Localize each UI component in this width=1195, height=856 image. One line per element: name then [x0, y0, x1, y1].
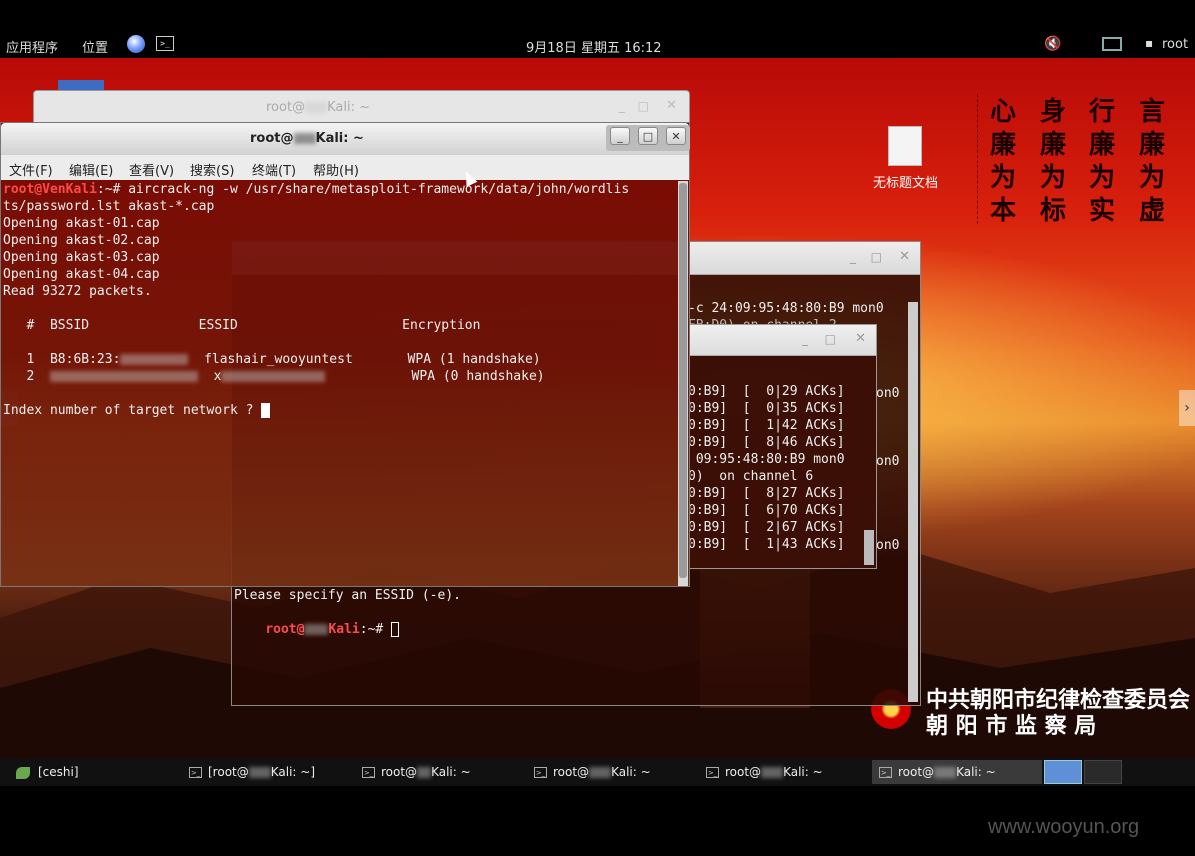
task-terminal-1[interactable]: >_ [root@ Kali: ~]	[189, 763, 315, 781]
small-minimize-icon[interactable]: _	[802, 332, 808, 346]
small-line-9: 0:B9] [ 2|67 ACKs]	[688, 520, 845, 535]
middle-top-line: -c 24:09:95:48:80:B9 mon0	[688, 301, 884, 316]
top-panel: 应用程序 位置 >_ 9月18日 星期五 16:12 🔇 ▪ root	[0, 30, 1195, 58]
menu-search[interactable]: 搜索(S)	[190, 160, 234, 179]
terminal-cursor	[261, 403, 271, 418]
small-line-3: 0:B9] [ 1|42 ACKs]	[688, 418, 845, 433]
network-icon[interactable]	[1102, 37, 1122, 51]
leaf-icon	[16, 766, 30, 779]
task-terminal-3[interactable]: >_ root@ Kali: ~	[534, 763, 651, 781]
read-packets-line: Read 93272 packets.	[3, 284, 152, 299]
menu-file[interactable]: 文件(F)	[9, 160, 53, 179]
document-icon[interactable]	[888, 126, 922, 166]
middle-mon-1: on0	[876, 386, 900, 401]
task-terminal-4[interactable]: >_ root@ Kali: ~	[706, 763, 823, 781]
back-maximize-icon[interactable]: □	[638, 99, 649, 113]
small-close-icon[interactable]: ✕	[855, 331, 866, 346]
back-window-title: root@ Kali: ~	[266, 100, 370, 115]
volume-muted-icon[interactable]: 🔇	[1044, 36, 1061, 52]
middle-close-icon[interactable]: ✕	[899, 249, 910, 264]
small-line-8: 0:B9] [ 6|70 ACKs]	[688, 503, 845, 518]
menu-help[interactable]: 帮助(H)	[313, 160, 359, 179]
opening-line-2: Opening akast-02.cap	[3, 233, 160, 248]
back-minimize-icon[interactable]: _	[619, 99, 625, 113]
task-ceshi[interactable]: [ceshi]	[16, 763, 79, 781]
small-line-1: 0:B9] [ 0|29 ACKs]	[688, 384, 845, 399]
org-line-2: 朝 阳 市 监 察 局	[926, 713, 1097, 739]
slogan-1: 心廉为本	[989, 97, 1016, 226]
middle-scrollbar[interactable]	[908, 302, 918, 702]
middle-maximize-icon[interactable]: □	[871, 250, 882, 264]
terminal-task-icon: >_	[189, 767, 202, 778]
main-scrollbar[interactable]	[678, 181, 688, 586]
chat-icon[interactable]: ▪	[1145, 36, 1153, 50]
index-prompt-line: Index number of target network ?	[3, 402, 271, 419]
task-terminal-5-active[interactable]: >_ root@ Kali: ~	[879, 763, 996, 781]
taskbar: [ceshi] >_ [root@ Kali: ~] >_ root@ Kali: ~ …	[0, 758, 1195, 786]
small-scrollbar[interactable]	[864, 530, 874, 565]
small-line-5: 09:95:48:80:B9 mon0	[688, 452, 845, 467]
menu-terminal[interactable]: 终端(T)	[252, 160, 296, 179]
slogan-2: 身廉为标	[1039, 97, 1066, 226]
task-terminal-2[interactable]: >_ root@ Kali: ~	[362, 763, 471, 781]
opening-line-3: Opening akast-03.cap	[3, 250, 160, 265]
terminal-output[interactable]: root@VenKali:~# aircrack-ng -w /usr/shar…	[1, 181, 677, 586]
minimize-button[interactable]: _	[610, 127, 630, 145]
opening-line-4: Opening akast-04.cap	[3, 267, 160, 282]
small-line-10: 0:B9] [ 1|43 ACKs]	[688, 537, 845, 552]
menu-edit[interactable]: 编辑(E)	[69, 160, 113, 179]
middle-prompt-line: root@ Kali:~#	[234, 604, 400, 655]
command-line: root@VenKali:~# aircrack-ng -w /usr/shar…	[3, 182, 630, 197]
close-button[interactable]: ✕	[666, 127, 686, 145]
workspace-1[interactable]	[1044, 760, 1082, 784]
back-close-icon[interactable]: ✕	[666, 98, 677, 113]
middle-mon-2: on0	[876, 454, 900, 469]
main-scrollbar-thumb[interactable]	[679, 183, 687, 578]
document-icon-label[interactable]: 无标题文档	[858, 172, 953, 191]
network-row-2: 2 x WPA (0 handshake)	[3, 369, 545, 384]
browser-icon[interactable]	[127, 35, 145, 53]
user-menu[interactable]: root	[1162, 37, 1188, 52]
middle-essid-error: Please specify an ESSID (-e).	[234, 588, 461, 603]
clock[interactable]: 9月18日 星期五 16:12	[526, 37, 662, 56]
applications-menu[interactable]: 应用程序	[6, 37, 58, 56]
middle-minimize-icon[interactable]: _	[850, 250, 856, 264]
main-window-titlebar[interactable]: root@ Kali: ~ _ □ ✕	[1, 123, 690, 156]
small-window-titlebar[interactable]: _ □ ✕	[690, 325, 876, 356]
terminal-task-icon: >_	[706, 767, 719, 778]
main-window-title: root@ Kali: ~	[250, 131, 364, 146]
terminal-launcher-icon[interactable]: >_	[156, 36, 174, 51]
terminal-task-icon: >_	[362, 767, 375, 778]
terminal-task-icon: >_	[879, 767, 892, 778]
maximize-button[interactable]: □	[638, 127, 658, 145]
small-line-6: 0) on channel 6	[688, 469, 814, 484]
next-arrow-icon[interactable]: ›	[1179, 390, 1195, 426]
small-line-2: 0:B9] [ 0|35 ACKs]	[688, 401, 845, 416]
main-terminal-window[interactable]: root@ Kali: ~ _ □ ✕ 文件(F) 编辑(E) 查看(V) 搜索(…	[0, 122, 690, 587]
small-maximize-icon[interactable]: □	[825, 332, 836, 346]
menu-view[interactable]: 查看(V)	[129, 160, 174, 179]
middle-cursor	[391, 622, 400, 637]
terminal-task-icon: >_	[534, 767, 547, 778]
watermark: www.wooyun.org	[988, 816, 1140, 838]
small-terminal-window[interactable]: _ □ ✕ 0:B9] [ 0|29 ACKs] 0:B9] [ 0|35 AC…	[688, 324, 877, 569]
command-continuation: ts/password.lst akast-*.cap	[3, 199, 215, 214]
opening-line-1: Opening akast-01.cap	[3, 216, 160, 231]
places-menu[interactable]: 位置	[82, 37, 108, 56]
small-line-7: 0:B9] [ 8|27 ACKs]	[688, 486, 845, 501]
small-line-4: 0:B9] [ 8|46 ACKs]	[688, 435, 845, 450]
middle-mon-3: on0	[876, 538, 900, 553]
slogan-4: 言廉为虚	[1138, 97, 1165, 226]
menubar: 文件(F) 编辑(E) 查看(V) 搜索(S) 终端(T) 帮助(H)	[1, 155, 689, 180]
workspace-2[interactable]	[1084, 760, 1122, 784]
network-table-header: # BSSID ESSID Encryption	[3, 318, 481, 333]
network-row-1: 1 B8:6B:23: flashair_wooyuntest WPA (1 h…	[3, 352, 541, 367]
slogan-3: 行廉为实	[1088, 97, 1115, 226]
